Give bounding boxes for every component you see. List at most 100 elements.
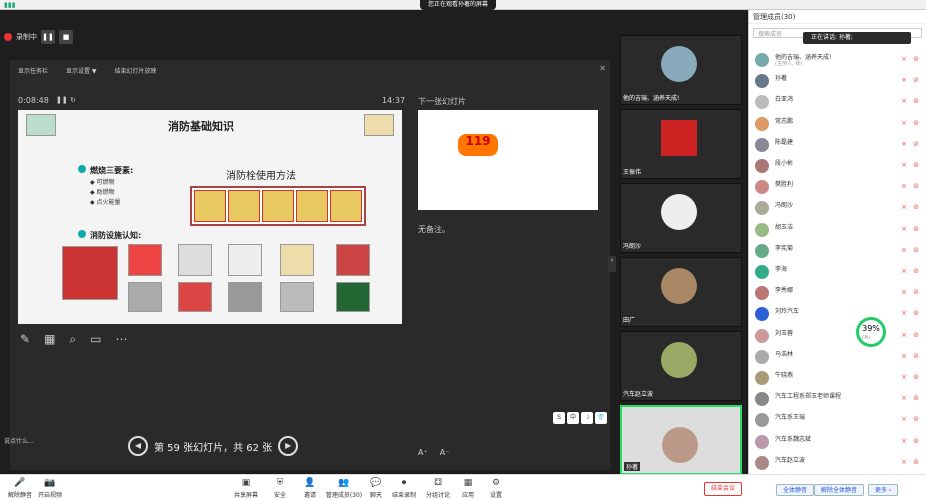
camera-off-icon[interactable]: ⊘ <box>913 288 919 296</box>
recording-label: 录制中 <box>16 33 37 41</box>
mic-muted-icon[interactable]: ⨯ <box>901 76 907 84</box>
fire-alarm-image <box>336 244 370 276</box>
mic-muted-icon[interactable]: ⨯ <box>901 331 907 339</box>
video-tile[interactable]: 王振伟 <box>620 109 742 179</box>
mic-muted-icon[interactable]: ⨯ <box>901 225 907 233</box>
member-row[interactable]: 刘玲汽车 ⨯ ⊘ <box>755 304 921 325</box>
collapse-videos-button[interactable]: › <box>608 256 616 272</box>
zoom-icon[interactable]: ⌕ <box>69 332 76 347</box>
mic-muted-icon[interactable]: ⨯ <box>901 203 907 211</box>
camera-off-icon[interactable]: ⊘ <box>913 331 919 339</box>
member-row[interactable]: 白亚鸿 ⨯ ⊘ <box>755 92 921 113</box>
member-row[interactable]: 孙著 ⨯ ⊘ <box>755 71 921 92</box>
mute-all-button[interactable]: 全体静音 <box>776 484 815 496</box>
camera-off-icon[interactable]: ⊘ <box>913 309 919 317</box>
mic-muted-icon[interactable]: ⨯ <box>901 267 907 275</box>
mic-muted-icon[interactable]: ⨯ <box>901 437 907 445</box>
member-row[interactable]: 汽车系王瑞 ⨯ ⊘ <box>755 410 921 431</box>
member-row[interactable]: 李宪菊 ⨯ ⊘ <box>755 241 921 262</box>
mic-muted-icon[interactable]: ⨯ <box>901 246 907 254</box>
member-row[interactable]: 牛晓燕 ⨯ ⊘ <box>755 368 921 389</box>
avatar <box>755 116 769 131</box>
video-tile-active[interactable]: 孙著 <box>620 405 742 475</box>
mic-muted-icon[interactable]: ⨯ <box>901 373 907 381</box>
chat-hint[interactable]: 说点什么... <box>4 436 34 445</box>
pen-icon[interactable]: ✎ <box>20 332 30 347</box>
member-row[interactable]: 李海 ⨯ ⊘ <box>755 262 921 283</box>
member-row[interactable]: 汽车赵立波 ⨯ ⊘ <box>755 453 921 474</box>
mic-muted-icon[interactable]: ⨯ <box>901 309 907 317</box>
camera-off-icon[interactable]: ⊘ <box>913 415 919 423</box>
display-settings-button[interactable]: 显示设置 ▼ <box>66 66 97 75</box>
mic-muted-icon[interactable]: ⨯ <box>901 458 907 466</box>
member-row[interactable]: 陈磊建 ⨯ ⊘ <box>755 135 921 156</box>
camera-off-icon[interactable]: ⊘ <box>913 458 919 466</box>
member-row[interactable]: 汽车系魏志斌 ⨯ ⊘ <box>755 432 921 453</box>
camera-off-icon[interactable]: ⊘ <box>913 352 919 360</box>
more-options-icon[interactable]: ⋯ <box>115 332 127 347</box>
end-meeting-button[interactable]: 结束会议 <box>704 482 742 496</box>
close-icon[interactable]: ✕ <box>599 64 606 73</box>
member-row[interactable]: 常志鹏 ⨯ ⊘ <box>755 114 921 135</box>
member-row[interactable]: 汽车工程系郑玉老师课程 ⨯ ⊘ <box>755 389 921 410</box>
member-row[interactable]: 马浩林 ⨯ ⊘ <box>755 347 921 368</box>
member-row[interactable]: 李秀娜 ⨯ ⊘ <box>755 283 921 304</box>
zoom-out-text-button[interactable]: A⁻ <box>440 448 450 457</box>
video-tile[interactable]: 汽车赵立波 <box>620 331 742 401</box>
mic-muted-icon[interactable]: ⨯ <box>901 97 907 105</box>
unmute-all-button[interactable]: 解除全体静音 <box>814 484 865 496</box>
show-taskbar-button[interactable]: 显示任务栏 <box>18 66 48 75</box>
start-video-button[interactable]: 📷 开启视频 <box>30 478 70 499</box>
camera-off-icon[interactable]: ⊘ <box>913 203 919 211</box>
member-row[interactable]: 他的吉瑞、涵养天成! (主持人, 我) ⨯ ⊘ <box>755 50 921 71</box>
camera-off-icon[interactable]: ⊘ <box>913 246 919 254</box>
stop-recording-button[interactable]: ■ <box>59 30 73 44</box>
ime-lang-toggle[interactable]: 中 <box>567 412 579 424</box>
slides-grid-icon[interactable]: ▦ <box>44 332 55 347</box>
mic-muted-icon[interactable]: ⨯ <box>901 352 907 360</box>
mic-muted-icon[interactable]: ⨯ <box>901 394 907 402</box>
member-row[interactable]: 冯朗沙 ⨯ ⊘ <box>755 198 921 219</box>
mic-muted-icon[interactable]: ⨯ <box>901 415 907 423</box>
slide-title: 消防基础知识 <box>168 120 234 133</box>
camera-off-icon[interactable]: ⊘ <box>913 55 919 63</box>
mic-muted-icon[interactable]: ⨯ <box>901 55 907 63</box>
camera-off-icon[interactable]: ⊘ <box>913 267 919 275</box>
mic-muted-icon[interactable]: ⨯ <box>901 140 907 148</box>
camera-off-icon[interactable]: ⊘ <box>913 140 919 148</box>
pause-recording-button[interactable]: ❚❚ <box>41 30 55 44</box>
camera-off-icon[interactable]: ⊘ <box>913 182 919 190</box>
member-row[interactable]: 樊胜利 ⨯ ⊘ <box>755 177 921 198</box>
mic-muted-icon[interactable]: ⨯ <box>901 119 907 127</box>
zoom-in-text-button[interactable]: A⁺ <box>418 448 428 457</box>
mic-muted-icon[interactable]: ⨯ <box>901 161 907 169</box>
member-row[interactable]: 段小彬 ⨯ ⊘ <box>755 156 921 177</box>
end-slideshow-button[interactable]: 结束幻灯片放映 <box>115 66 157 75</box>
camera-off-icon[interactable]: ⊘ <box>913 373 919 381</box>
screen-icon[interactable]: ▭ <box>90 332 101 347</box>
camera-off-icon[interactable]: ⊘ <box>913 437 919 445</box>
video-tile[interactable]: 田广 <box>620 257 742 327</box>
camera-off-icon[interactable]: ⊘ <box>913 76 919 84</box>
camera-off-icon[interactable]: ⊘ <box>913 394 919 402</box>
ime-logo-icon[interactable]: S <box>553 412 565 424</box>
mic-muted-icon[interactable]: ⨯ <box>901 288 907 296</box>
camera-off-icon[interactable]: ⊘ <box>913 97 919 105</box>
timer-controls[interactable]: ❚❚ ↻ <box>56 96 76 104</box>
camera-off-icon[interactable]: ⊘ <box>913 225 919 233</box>
more-button[interactable]: 更多 › <box>868 484 899 496</box>
avatar <box>755 201 769 216</box>
settings-button[interactable]: ⚙ 设置 <box>476 478 516 499</box>
camera-off-icon[interactable]: ⊘ <box>913 161 919 169</box>
member-row[interactable]: 胡玉洁 ⨯ ⊘ <box>755 220 921 241</box>
ime-skin-icon[interactable]: 👕 <box>595 412 607 424</box>
camera-off-icon[interactable]: ⊘ <box>913 119 919 127</box>
mic-muted-icon[interactable]: ⨯ <box>901 182 907 190</box>
video-tile[interactable]: 冯朗沙 <box>620 183 742 253</box>
next-slide-preview[interactable]: 119 <box>418 110 598 210</box>
video-tile[interactable]: 他的吉瑞、涵养天成! <box>620 35 742 105</box>
next-slide-button[interactable]: ▶ <box>278 436 299 456</box>
member-row[interactable]: 刘玉蓉 ⨯ ⊘ <box>755 326 921 347</box>
prev-slide-button[interactable]: ◀ <box>128 436 148 456</box>
ime-moon-icon[interactable]: ☽ <box>581 412 593 424</box>
